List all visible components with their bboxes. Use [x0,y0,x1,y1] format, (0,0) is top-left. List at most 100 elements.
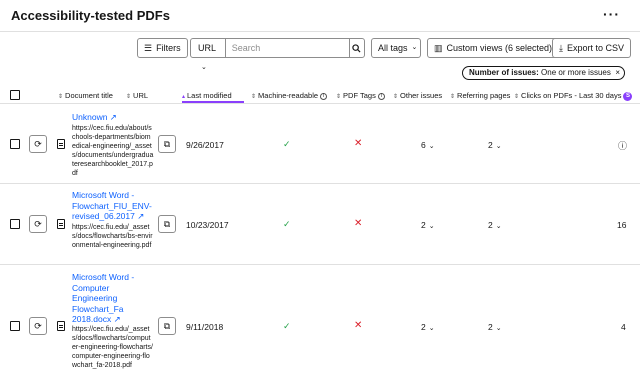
other-issues-dropdown[interactable]: 2 ⌄ [421,220,435,230]
chevron-down-icon: ⌄ [411,44,418,51]
other-issues-count: 6 [421,140,426,150]
refresh-icon: ⟳ [34,320,42,331]
column-label: Referring pages [457,91,511,100]
chevron-down-icon: ⌄ [428,223,435,230]
open-link-button[interactable]: ⧉ [158,317,176,335]
open-link-button[interactable]: ⧉ [158,215,176,233]
external-link-icon: ⧉ [163,218,171,229]
page-title: Accessibility-tested PDFs [11,8,170,23]
referring-pages-count: 2 [488,322,493,332]
url-select-label: URL [198,43,216,53]
search-icon [352,43,361,53]
other-issues-count: 2 [421,220,426,230]
column-label: Document title [65,91,113,100]
column-header-pdf-tags[interactable]: ⇕ PDF Tags i [336,91,385,100]
column-header-other-issues[interactable]: ⇕ Other issues [393,91,442,100]
referring-pages-count: 2 [488,220,493,230]
external-link-icon: ⧉ [163,138,171,149]
rescan-button[interactable]: ⟳ [29,317,47,335]
badge-icon: S [623,91,633,101]
chevron-down-icon: ⌄ [428,325,435,332]
search-group: URL ⌄ [190,38,365,71]
checkmark-icon: ✓ [283,219,291,229]
filters-button[interactable]: ☰ Filters [137,38,188,58]
column-label: Machine-readable [258,91,319,100]
table-row: ⟳ Microsoft Word - Computer Engineering … [0,265,640,392]
document-title-link[interactable]: Microsoft Word - Flowchart_FIU_ENV-revis… [72,190,158,222]
filter-chip-label: Number of issues: [469,68,539,77]
column-header-document-title[interactable]: ⇕ Document title [58,91,113,100]
column-label: Last modified [187,91,232,100]
column-header-referring-pages[interactable]: ⇕ Referring pages [450,91,510,100]
pdf-icon [57,139,65,149]
document-title-link[interactable]: Microsoft Word - Computer Engineering Fl… [72,272,152,325]
close-icon[interactable]: × [615,67,620,79]
download-icon: ⤓ [559,43,563,53]
column-header-machine-readable[interactable]: ⇕ Machine-readable i [251,91,328,100]
info-icon[interactable]: i [377,92,385,100]
cross-icon: ✕ [354,320,363,331]
document-url: https://cec.fiu.edu/_assets/docs/flowcha… [72,224,153,249]
pdf-icon [57,219,65,229]
chevron-down-icon: ⌄ [428,143,435,150]
row-checkbox[interactable] [10,139,20,149]
url-select[interactable]: URL ⌄ [191,39,226,71]
document-url: https://cec.fiu.edu/about/schools-depart… [72,125,154,177]
info-icon[interactable]: ⓘ [618,139,627,152]
other-issues-dropdown[interactable]: 6 ⌄ [421,140,435,150]
chevron-down-icon: ⌄ [201,64,207,71]
search-input[interactable] [225,39,349,57]
clicks-count: 4 [621,322,626,332]
column-label: URL [133,91,149,100]
referring-pages-count: 2 [488,140,493,150]
filters-label: Filters [156,43,181,53]
chevron-down-icon: ⌄ [495,325,502,332]
referring-pages-dropdown[interactable]: 2 ⌄ [488,140,502,150]
row-checkbox[interactable] [10,321,20,331]
external-link-icon: ⧉ [163,320,171,331]
clicks-count: 16 [617,220,627,230]
checkmark-icon: ✓ [283,321,291,331]
table-header: ⇕ Document title ⇕ URL ▴ Last modified ⇕ Mac… [0,88,640,104]
checkmark-icon: ✓ [283,139,291,149]
row-checkbox[interactable] [10,219,20,229]
tags-select-label: All tags [378,43,408,53]
document-title-link[interactable]: Unknown ↗ [72,112,158,123]
last-modified: 9/11/2018 [186,322,224,332]
chevron-down-icon: ⌄ [495,223,502,230]
refresh-icon: ⟳ [34,218,42,229]
other-issues-dropdown[interactable]: 2 ⌄ [421,322,435,332]
referring-pages-dropdown[interactable]: 2 ⌄ [488,322,502,332]
referring-pages-dropdown[interactable]: 2 ⌄ [488,220,502,230]
select-all-checkbox[interactable] [10,90,20,100]
table-row: ⟳ Microsoft Word - Flowchart_FIU_ENV-rev… [0,184,640,265]
rescan-button[interactable]: ⟳ [29,135,47,153]
custom-views-button[interactable]: ▥ Custom views (6 selected) [427,38,560,58]
open-link-button[interactable]: ⧉ [158,135,176,153]
last-modified: 9/26/2017 [186,140,224,150]
column-header-last-modified[interactable]: ▴ Last modified [182,91,244,103]
filter-chip[interactable]: Number of issues: One or more issues × [462,66,625,80]
filter-icon: ☰ [144,43,153,53]
pdf-icon [57,321,65,331]
column-header-url[interactable]: ⇕ URL [126,91,148,100]
columns-icon: ▥ [434,43,443,53]
column-label: Clicks on PDFs - Last 30 days [521,91,622,100]
chevron-down-icon: ⌄ [495,143,502,150]
table-row: ⟳ Unknown ↗ https://cec.fiu.edu/about/sc… [0,105,640,184]
refresh-icon: ⟳ [34,138,42,149]
title-bar: Accessibility-tested PDFs ··· [0,0,640,34]
more-options-icon[interactable]: ··· [603,6,620,22]
filter-chip-value: One or more issues [541,68,611,77]
cross-icon: ✕ [354,138,363,149]
search-button[interactable] [348,39,364,57]
last-modified: 10/23/2017 [186,220,229,230]
document-url: https://cec.fiu.edu/_assets/docs/flowcha… [72,326,153,369]
tags-select[interactable]: All tags ⌄ [371,38,421,58]
export-csv-button[interactable]: ⤓ Export to CSV [552,38,632,58]
column-header-clicks[interactable]: ⇕ Clicks on PDFs - Last 30 days S [514,91,633,101]
rescan-button[interactable]: ⟳ [29,215,47,233]
column-label: Other issues [400,91,443,100]
info-icon[interactable]: i [320,92,328,100]
other-issues-count: 2 [421,322,426,332]
